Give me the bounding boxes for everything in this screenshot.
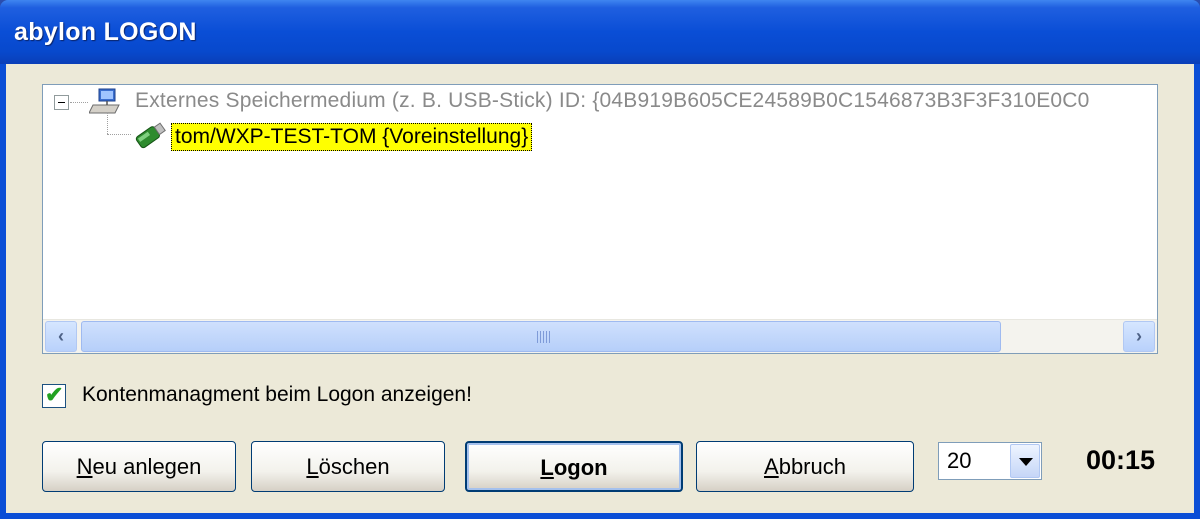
cancel-button[interactable]: Abbruch — [696, 441, 914, 492]
scroll-grip-icon — [537, 331, 551, 343]
new-account-button[interactable]: Neu anlegen — [42, 441, 236, 492]
timeout-value: 20 — [947, 448, 972, 473]
scroll-left-icon[interactable]: ‹ — [45, 321, 77, 352]
window-border-bottom — [0, 513, 1200, 519]
checkmark-icon: ✔ — [45, 382, 64, 407]
tree-connector — [70, 102, 88, 103]
checkbox-label: Kontenmanagment beim Logon anzeigen! — [82, 383, 472, 406]
tree-connector — [107, 134, 131, 135]
scroll-thumb[interactable] — [81, 321, 1001, 352]
logon-button[interactable]: Logon — [465, 441, 683, 492]
horizontal-scrollbar[interactable]: ‹ › — [43, 319, 1157, 353]
tree-connector — [107, 112, 108, 134]
computer-icon — [89, 88, 120, 114]
logon-window: abylon LOGON Externes Speichermedium (z.… — [0, 0, 1200, 519]
tree-node-account-selected[interactable]: tom/WXP-TEST-TOM {Voreinstellung} — [171, 123, 533, 151]
show-account-management-checkbox[interactable]: ✔ — [42, 382, 66, 408]
timeout-select[interactable]: 20 — [938, 442, 1042, 480]
scroll-right-icon[interactable]: › — [1123, 321, 1155, 352]
window-border-right — [1194, 64, 1200, 519]
window-title: abylon LOGON — [14, 18, 197, 46]
usb-stick-icon — [135, 122, 166, 149]
delete-button[interactable]: Löschen — [251, 441, 445, 492]
device-tree-view[interactable]: Externes Speichermedium (z. B. USB-Stick… — [42, 84, 1158, 354]
chevron-down-icon[interactable] — [1010, 444, 1040, 478]
title-bar[interactable]: abylon LOGON — [0, 0, 1200, 64]
collapse-toggle-icon[interactable] — [54, 95, 69, 110]
countdown-timer: 00:15 — [1086, 445, 1156, 475]
tree-node-storage-device[interactable]: Externes Speichermedium (z. B. USB-Stick… — [135, 89, 1090, 113]
